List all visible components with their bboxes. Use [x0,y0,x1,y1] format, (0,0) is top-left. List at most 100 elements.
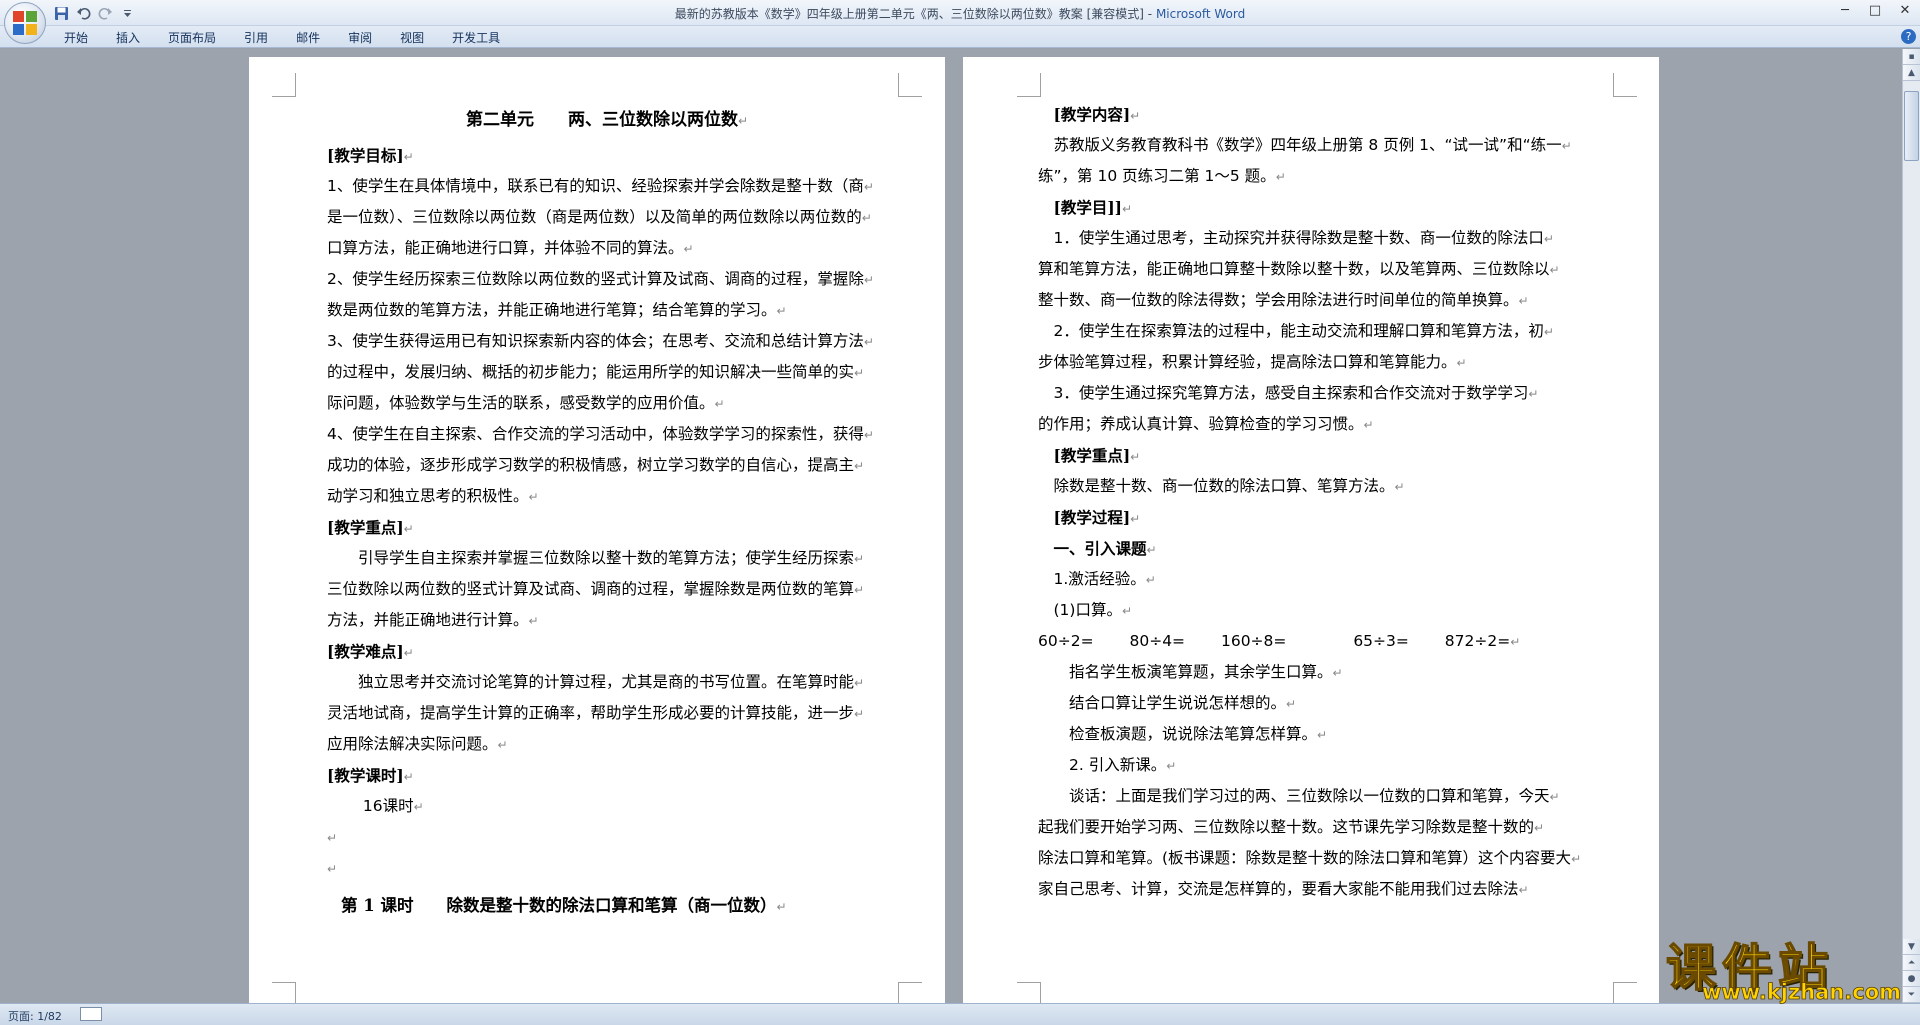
paragraph-mark-icon: ↵ [854,552,865,566]
paragraph-mark-icon: ↵ [1571,852,1582,866]
tab-insert[interactable]: 插入 [102,29,154,47]
document-line-text: 口算方法，能正确地进行口算，并体验不同的算法。 [327,239,684,257]
document-line[interactable]: 际问题，体验数学与生活的联系，感受数学的应用价值。↵ [327,388,887,419]
document-line[interactable]: 整十数、商一位数的除法得数；学会用除法进行时间单位的简单换算。↵ [1038,285,1618,316]
tab-view[interactable]: 视图 [386,29,438,47]
document-line-text: [教学难点] [327,642,404,661]
tab-home[interactable]: 开始 [50,29,102,47]
scroll-down-icon[interactable]: ▼ [1903,939,1920,955]
document-line[interactable]: 是一位数）、三位数除以两位数（商是两位数）以及简单的两位数除以两位数的↵ [327,202,887,233]
document-line[interactable]: ↵ [327,822,887,853]
document-line[interactable]: 一、引入课题↵ [1038,533,1618,564]
document-line[interactable]: 应用除法解决实际问题。↵ [327,729,887,760]
document-line[interactable]: [教学重点]↵ [1038,440,1618,471]
document-line[interactable]: 家自己思考、计算，交流是怎样算的，要看大家能不能用我们过去除法↵ [1038,874,1618,905]
document-line[interactable]: 除法口算和笔算。(板书课题：除数是整十数的除法口算和笔算）这个内容要大↵ [1038,843,1618,874]
document-line[interactable]: 第二单元 两、三位数除以两位数↵ [327,100,887,140]
document-line[interactable]: 动学习和独立思考的积极性。↵ [327,481,887,512]
document-line[interactable]: 起我们要开始学习两、三位数除以整十数。这节课先学习除数是整十数的↵ [1038,812,1618,843]
office-button[interactable] [4,2,46,44]
document-line[interactable]: 1.激活经验。↵ [1038,564,1618,595]
document-line[interactable]: [教学难点]↵ [327,636,887,667]
document-line[interactable]: 口算方法，能正确地进行口算，并体验不同的算法。↵ [327,233,887,264]
document-line[interactable]: 成功的体验，逐步形成学习数学的积极情感，树立学习数学的自信心，提高主↵ [327,450,887,481]
document-page-1[interactable]: 第二单元 两、三位数除以两位数↵ [教学目标]↵ 1、使学生在具体情境中，联系已有的… [249,57,945,1003]
tab-references[interactable]: 引用 [230,29,282,47]
document-line[interactable]: [教学课时]↵ [327,760,887,791]
paragraph-mark-icon: ↵ [863,335,874,349]
document-line[interactable]: 的作用；养成认真计算、验算检查的学习习惯。↵ [1038,409,1618,440]
document-line[interactable]: 三位数除以两位数的竖式计算及试商、调商的过程，掌握除数是两位数的笔算↵ [327,574,887,605]
crop-mark [1613,73,1637,97]
page-2-text[interactable]: [教学内容]↵ 苏教版义务教育教科书《数学》四年级上册第 8 页例 1、“试一试… [1038,99,1618,905]
document-line[interactable]: 3、使学生获得运用已有知识探索新内容的体会；在思考、交流和总结计算方法↵ [327,326,887,357]
document-line[interactable]: 算和笔算方法，能正确地口算整十数除以整十数，以及笔算两、三位数除以↵ [1038,254,1618,285]
document-line[interactable]: 第 1 课时 除数是整十数的除法口算和笔算（商一位数）↵ [327,884,887,928]
scroll-up-icon[interactable]: ▲ [1903,65,1920,81]
document-line[interactable]: (1)口算。↵ [1038,595,1618,626]
document-line[interactable]: 结合口算让学生说说怎样想的。↵ [1038,688,1618,719]
maximize-button[interactable]: □ [1860,0,1890,20]
document-line[interactable]: 苏教版义务教育教科书《数学》四年级上册第 8 页例 1、“试一试”和“练一↵ [1038,130,1618,161]
document-line[interactable]: 2、使学生经历探索三位数除以两位数的竖式计算及试商、调商的过程，掌握除↵ [327,264,887,295]
scroll-thumb[interactable] [1904,91,1919,161]
paragraph-mark-icon: ↵ [1286,697,1297,711]
previous-page-icon[interactable]: ⏶ [1903,955,1920,971]
document-line-text: [教学目标] [327,146,404,165]
tab-mailings[interactable]: 邮件 [282,29,334,47]
next-page-icon[interactable]: ⏷ [1903,987,1920,1003]
paragraph-mark-icon: ↵ [1121,604,1133,618]
document-line[interactable]: [教学过程]↵ [1038,502,1618,533]
document-line[interactable]: 60÷2= 80÷4= 160÷8= 65÷3= 872÷2=↵ [1038,626,1618,657]
document-line[interactable]: 练”，第 10 页练习二第 1～5 题。↵ [1038,161,1618,192]
minimize-button[interactable]: ─ [1830,0,1860,20]
document-line[interactable]: 检查板演题，说说除法笔算怎样算。↵ [1038,719,1618,750]
window-title-doc: 最新的苏教版本《数学》四年级上册第二单元《两、三位数除以两位数》教案 [兼容模式… [674,7,1144,21]
document-line[interactable]: [教学目]]↵ [1038,192,1618,223]
page-count-status[interactable]: 页面: 1/82 [8,1008,62,1024]
paragraph-mark-icon: ↵ [863,428,874,442]
document-line[interactable]: 指名学生板演笔算题，其余学生口算。↵ [1038,657,1618,688]
document-line[interactable]: 1、使学生在具体情境中，联系已有的知识、经验探索并学会除数是整十数（商↵ [327,171,887,202]
document-line[interactable]: 方法，并能正确地进行计算。↵ [327,605,887,636]
document-line[interactable]: [教学内容]↵ [1038,99,1618,130]
document-line[interactable]: 步体验笔算过程，积累计算经验，提高除法口算和笔算能力。↵ [1038,347,1618,378]
crop-mark [1017,73,1041,97]
close-button[interactable]: ✕ [1890,0,1920,20]
page-1-text[interactable]: 第二单元 两、三位数除以两位数↵ [教学目标]↵ 1、使学生在具体情境中，联系已有的… [327,100,887,928]
document-line[interactable]: 数是两位数的笔算方法，并能正确地进行笔算；结合笔算的学习。↵ [327,295,887,326]
document-line[interactable]: 1．使学生通过思考，主动探究并获得除数是整十数、商一位数的除法口↵ [1038,223,1618,254]
document-line[interactable]: 4、使学生在自主探索、合作交流的学习活动中，体验数学学习的探索性，获得↵ [327,419,887,450]
document-line[interactable]: 2. 引入新课。↵ [1038,750,1618,781]
document-line[interactable]: 16课时↵ [327,791,887,822]
document-line[interactable]: [教学目标]↵ [327,140,887,171]
paragraph-mark-icon: ↵ [1528,387,1539,401]
document-line[interactable]: 3．使学生通过探究笔算方法，感受自主探索和合作交流对于数学学习↵ [1038,378,1618,409]
window-title-app: Microsoft Word [1155,7,1246,21]
help-icon[interactable]: ? [1901,29,1916,44]
document-line[interactable]: 2．使学生在探索算法的过程中，能主动交流和理解口算和笔算方法，初↵ [1038,316,1618,347]
select-browse-object-icon[interactable]: ● [1903,971,1920,987]
ruler-toggle-icon[interactable]: ▪ [1903,49,1920,65]
document-area[interactable]: 第二单元 两、三位数除以两位数↵ [教学目标]↵ 1、使学生在具体情境中，联系已有的… [0,49,1902,1003]
document-line[interactable]: 引导学生自主探索并掌握三位数除以整十数的笔算方法；使学生经历探索↵ [327,543,887,574]
tab-page-layout[interactable]: 页面布局 [154,29,230,47]
vertical-scrollbar[interactable]: ▪ ▲ ▼ ⏶ ● ⏷ [1902,49,1920,1003]
document-line-text: 步体验笔算过程，积累计算经验，提高除法口算和笔算能力。 [1038,353,1457,371]
document-line[interactable]: ↵ [327,853,887,884]
document-page-2[interactable]: [教学内容]↵ 苏教版义务教育教科书《数学》四年级上册第 8 页例 1、“试一试… [963,57,1659,1003]
paragraph-mark-icon: ↵ [528,490,539,504]
document-line[interactable]: 的过程中，发展归纳、概括的初步能力；能运用所学的知识解决一些简单的实↵ [327,357,887,388]
document-line-text: 60÷2= 80÷4= 160÷8= 65÷3= 872÷2= [1038,632,1511,650]
document-line[interactable]: 独立思考并交流讨论笔算的计算过程，尤其是商的书写位置。在笔算时能↵ [327,667,887,698]
document-line[interactable]: 灵活地试商，提高学生计算的正确率，帮助学生形成必要的计算技能，进一步↵ [327,698,887,729]
document-line[interactable]: [教学重点]↵ [327,512,887,543]
tab-review[interactable]: 审阅 [334,29,386,47]
paragraph-mark-icon: ↵ [854,366,865,380]
document-line-text: 成功的体验，逐步形成学习数学的积极情感，树立学习数学的自信心，提高主 [327,456,855,474]
paragraph-mark-icon: ↵ [1130,109,1141,123]
proofing-status-icon[interactable] [80,1007,102,1021]
document-line[interactable]: 谈话：上面是我们学习过的两、三位数除以一位数的口算和笔算，今天↵ [1038,781,1618,812]
document-line[interactable]: 除数是整十数、商一位数的除法口算、笔算方法。↵ [1038,471,1618,502]
tab-developer[interactable]: 开发工具 [438,29,514,47]
